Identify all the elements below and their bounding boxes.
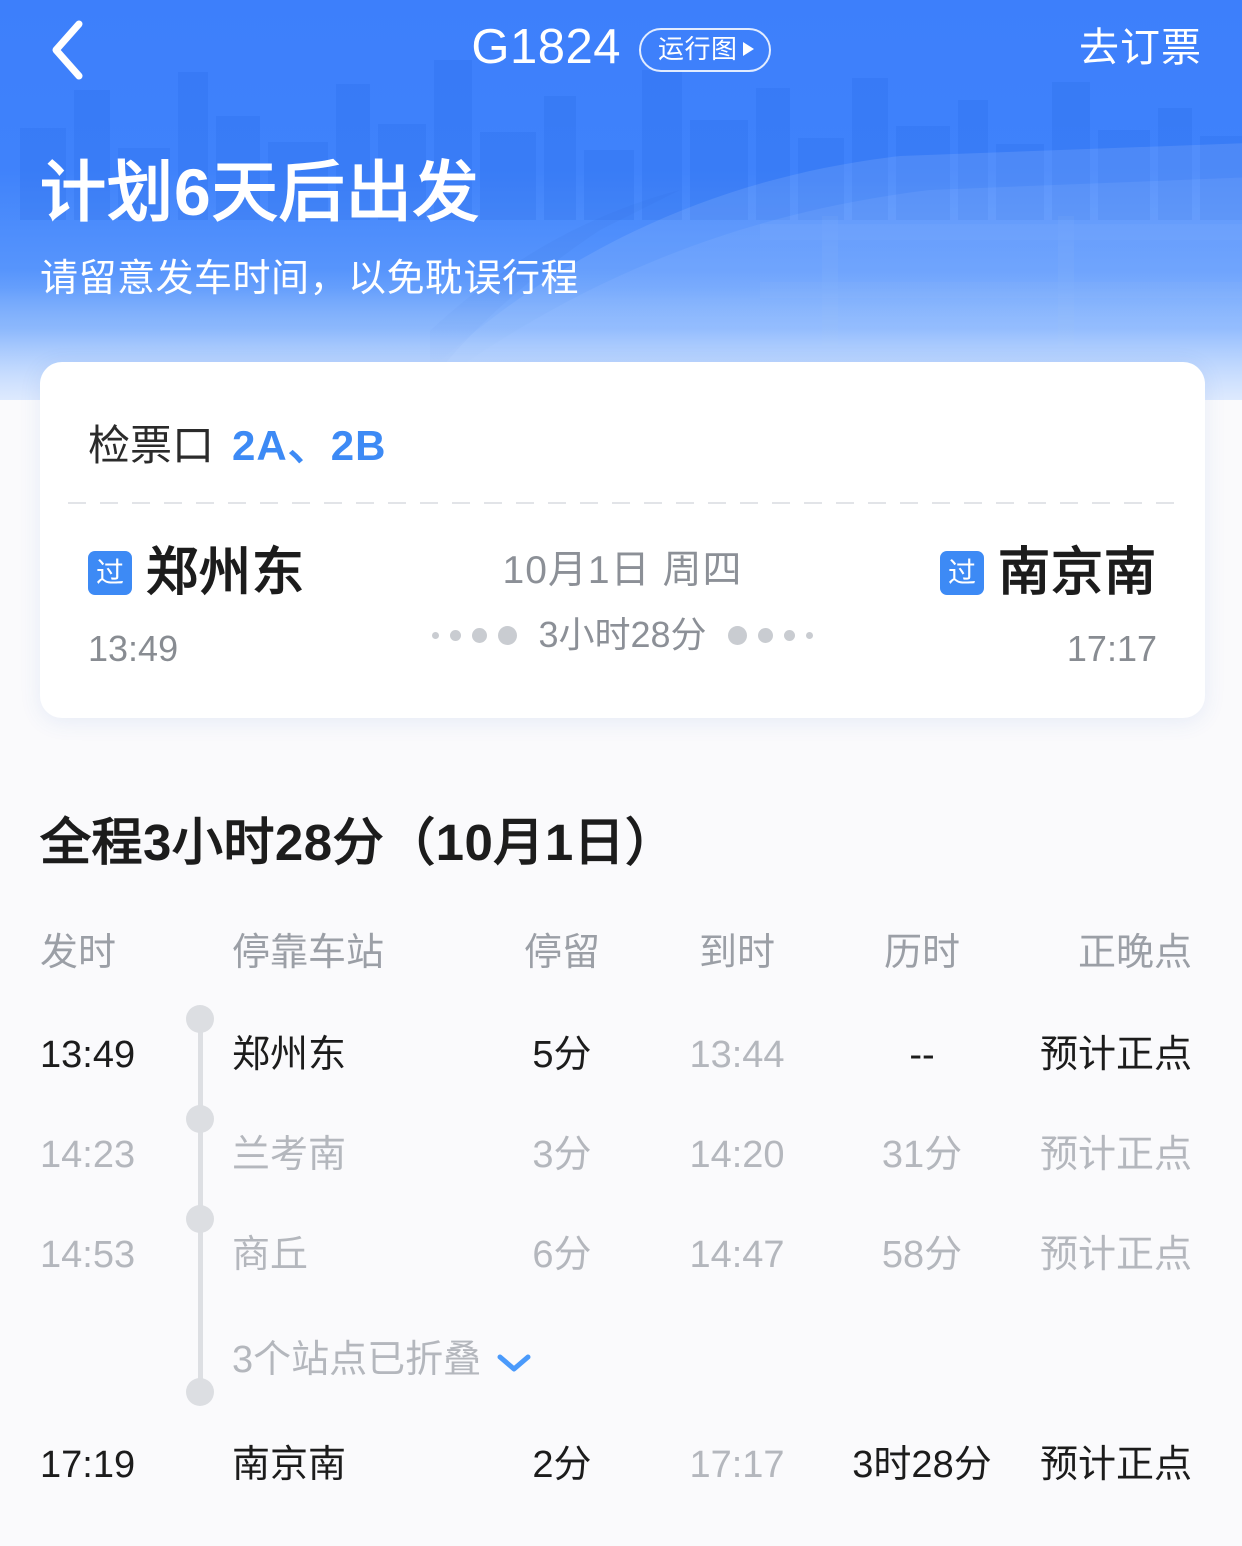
col-header-arrival: 到时 xyxy=(698,931,775,974)
gate-value: 2A、2B xyxy=(232,422,387,469)
cell-elapsed: -- xyxy=(909,1034,935,1076)
expand-stops-button[interactable]: 3个站点已折叠 xyxy=(232,1305,531,1415)
cell-station: 南京南 xyxy=(232,1444,347,1486)
cell-departure: 14:53 xyxy=(40,1234,136,1276)
table-header-row: 发时 停靠车站 停留 到时 历时 正晚点 xyxy=(0,900,1242,1005)
cell-arrival: 13:44 xyxy=(689,1034,785,1076)
col-header-station: 停靠车站 xyxy=(232,931,385,974)
hero-headline: 计划6天后出发 xyxy=(40,155,480,229)
stops-table: 发时 停靠车站 停留 到时 历时 正晚点 13:49 郑州东 5分 13:44 … xyxy=(0,900,1242,1515)
route-duration: 3小时28分 xyxy=(538,614,707,655)
cell-elapsed: 3时28分 xyxy=(852,1444,992,1486)
go-booking-button[interactable]: 去订票 xyxy=(1079,22,1202,74)
chevron-down-icon xyxy=(497,1354,531,1372)
destination-block: 过 南京南 17:17 xyxy=(939,538,1157,672)
cell-station: 商丘 xyxy=(232,1234,309,1276)
card-divider xyxy=(68,502,1176,504)
cell-punctuality: 预计正点 xyxy=(1039,1444,1192,1486)
table-row[interactable]: 14:53 商丘 6分 14:47 58分 预计正点 xyxy=(0,1205,1242,1305)
cell-punctuality: 预计正点 xyxy=(1039,1134,1192,1176)
cell-departure: 13:49 xyxy=(40,1034,136,1076)
play-triangle-icon xyxy=(742,42,754,56)
cell-arrival: 14:47 xyxy=(689,1234,785,1276)
destination-station: 南京南 xyxy=(997,544,1157,602)
cell-elapsed: 31分 xyxy=(881,1134,963,1176)
col-header-punctuality: 正晚点 xyxy=(1077,931,1192,974)
cell-stopover: 2分 xyxy=(532,1444,592,1486)
route-dots-left xyxy=(432,625,518,645)
cell-stopover: 6分 xyxy=(532,1234,592,1276)
cell-station: 郑州东 xyxy=(232,1034,347,1076)
schedule-title: 全程3小时28分（10月1日） xyxy=(40,814,677,871)
route-summary: 过 郑州东 13:49 10月1日 周四 3小时28分 过 南京南 17:17 xyxy=(40,538,1205,698)
trip-summary-card[interactable]: 检票口 2A、2B 过 郑州东 13:49 10月1日 周四 3小时28分 过 … xyxy=(40,362,1205,718)
col-header-departure: 发时 xyxy=(40,931,117,974)
nav-title: G1824 运行图 xyxy=(0,16,1242,78)
destination-pass-badge: 过 xyxy=(939,551,984,595)
cell-arrival: 17:17 xyxy=(689,1444,785,1486)
gate-row: 检票口 2A、2B xyxy=(88,418,386,474)
collapsed-stops-label: 3个站点已折叠 xyxy=(232,1339,482,1381)
running-chart-button[interactable]: 运行图 xyxy=(639,28,771,72)
table-row[interactable]: 14:23 兰考南 3分 14:20 31分 预计正点 xyxy=(0,1105,1242,1205)
navigation-bar: G1824 运行图 去订票 xyxy=(0,0,1242,100)
cell-stopover: 5分 xyxy=(532,1034,592,1076)
col-header-stopover: 停留 xyxy=(523,931,600,974)
train-number: G1824 xyxy=(471,20,622,74)
cell-stopover: 3分 xyxy=(532,1134,592,1176)
route-dots-right xyxy=(727,625,813,645)
running-chart-label: 运行图 xyxy=(658,34,738,64)
destination-time: 17:17 xyxy=(1066,628,1157,669)
cell-departure: 14:23 xyxy=(40,1134,136,1176)
cell-punctuality: 预计正点 xyxy=(1039,1234,1192,1276)
cell-arrival: 14:20 xyxy=(689,1134,785,1176)
table-row[interactable]: 13:49 郑州东 5分 13:44 -- 预计正点 xyxy=(0,1005,1242,1105)
cell-punctuality: 预计正点 xyxy=(1039,1034,1192,1076)
collapsed-stops-row: 3个站点已折叠 xyxy=(0,1305,1242,1415)
cell-departure: 17:19 xyxy=(40,1444,136,1486)
col-header-elapsed: 历时 xyxy=(883,931,960,974)
cell-elapsed: 58分 xyxy=(881,1234,963,1276)
table-row[interactable]: 17:19 南京南 2分 17:17 3时28分 预计正点 xyxy=(0,1415,1242,1515)
hero-subheadline: 请留意发车时间，以免耽误行程 xyxy=(40,258,580,300)
cell-station: 兰考南 xyxy=(232,1134,347,1176)
gate-label: 检票口 xyxy=(88,422,215,469)
